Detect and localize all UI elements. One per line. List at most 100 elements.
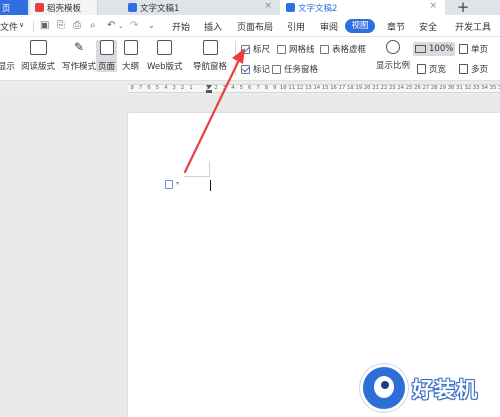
zoom-button[interactable]: 显示比例 [376, 40, 410, 71]
ruler-tick-label: 4 [164, 85, 168, 91]
indent-marker-base[interactable] [206, 90, 212, 93]
menu-page-layout[interactable]: 页面布局 [237, 20, 273, 33]
nav-pane-button[interactable]: 导航窗格 [193, 40, 227, 72]
ruler-tick-label: 11 [288, 85, 295, 91]
save-icon[interactable]: ▣ [40, 20, 49, 31]
pen-icon: ✎ [72, 40, 86, 55]
print-icon[interactable]: ⎙ [73, 20, 81, 31]
ruler-check[interactable] [241, 44, 250, 54]
nav-pane-label: 导航窗格 [193, 62, 228, 72]
web-icon [157, 40, 173, 55]
single-page-icon [459, 44, 468, 54]
tab-home-label: 页 [2, 3, 11, 14]
ruler-tick-label: 2 [214, 85, 218, 91]
menu-review[interactable]: 审阅 [320, 20, 338, 33]
word-doc-icon [128, 3, 137, 12]
ruler-tick-label: 22 [380, 85, 388, 91]
chevron-down-icon[interactable]: ⌄ [118, 22, 124, 30]
zoom-100-button[interactable]: 100% [413, 42, 455, 56]
ruler-tick-label: 30 [447, 85, 455, 91]
menu-chapter[interactable]: 章节 [387, 20, 405, 33]
new-tab-button[interactable]: + [453, 0, 473, 16]
gridlines-label: 网格线 [289, 45, 315, 55]
ruler-tick-label: 7 [138, 85, 143, 91]
separator [33, 21, 34, 32]
menu-security[interactable]: 安全 [419, 20, 437, 33]
ruler-checkbox[interactable]: 标尺 [241, 43, 270, 55]
outline-view-button[interactable]: 大纲 [122, 40, 139, 72]
ruler-tick-label: 26 [414, 85, 421, 91]
web-view-button[interactable]: Web版式 [147, 40, 183, 72]
ruler-tick-label: 2 [180, 85, 185, 91]
preview-icon[interactable]: ⌕ [90, 20, 96, 31]
navigation-pane-icon [202, 40, 218, 55]
ruler-tick-label: 9 [273, 85, 277, 91]
ruler-tick-label: 23 [388, 85, 396, 91]
horizontal-ruler[interactable]: 8 7 6 5 4 3 2 1 1 2 3 4 5 6 7 8 9 10 11 12 13 14 15 16 17 18 19 20 2… [0, 81, 500, 95]
chevron-down-icon[interactable]: ∨ [19, 21, 24, 29]
tab-doc1-label: 文字文稿1 [140, 3, 180, 14]
menu-references[interactable]: 引用 [287, 20, 305, 33]
marks-checkbox[interactable]: 标记 [241, 63, 270, 75]
page-width-button[interactable]: 页宽 [417, 63, 446, 75]
ruler-tick-label: 5 [239, 85, 243, 91]
table-gridlines-checkbox[interactable]: 表格虚框 [320, 43, 366, 55]
single-page-button[interactable]: 单页 [459, 43, 488, 55]
view-ribbon: 显示 阅读版式 ✎ 写作模式 页面 大纲 Web版式 导航窗格 标尺 网格线 表… [0, 37, 500, 81]
undo-icon[interactable]: ↶ [107, 20, 115, 31]
ruler-tick-label: 17 [338, 85, 346, 91]
tab-doc1[interactable]: 文字文稿1 × [122, 0, 280, 15]
close-icon[interactable]: × [264, 1, 272, 11]
menu-developer[interactable]: 开发工具 [455, 20, 491, 33]
gridlines-checkbox[interactable]: 网格线 [277, 43, 315, 55]
ruler-label: 标尺 [253, 45, 271, 55]
export-icon[interactable]: ⎘ [57, 20, 65, 31]
indent-marker[interactable] [206, 85, 212, 89]
reading-mode-label: 阅读版式 [21, 62, 56, 72]
multi-page-button[interactable]: 多页 [459, 63, 488, 75]
ruler-tick-label: 14 [313, 85, 321, 91]
tab-doc2[interactable]: 文字文稿2 × [280, 0, 445, 15]
more-icon[interactable]: ⌄ [148, 21, 155, 30]
ruler-tick-label: 13 [305, 85, 312, 91]
menu-view[interactable]: 视图 [345, 19, 375, 33]
redo-icon[interactable]: ↷ [130, 20, 138, 31]
paragraph-icon[interactable] [165, 180, 173, 189]
ruler-tick-label: 25 [405, 85, 413, 91]
menu-file[interactable]: 文件 [0, 20, 18, 33]
zoom-value: 100% [429, 44, 454, 54]
book-icon [29, 40, 47, 55]
tab-home[interactable]: 页 [0, 0, 28, 15]
ruler-tick-label: 6 [147, 85, 151, 91]
display-button[interactable]: 显示 [0, 40, 15, 72]
menu-insert[interactable]: 插入 [204, 20, 222, 33]
chevron-down-icon[interactable]: ▾ [176, 180, 179, 187]
table-gridlines-label: 表格虚框 [332, 45, 367, 55]
separator [235, 41, 236, 75]
task-pane-check[interactable] [272, 64, 281, 74]
ruler-tick-label: 8 [130, 85, 134, 91]
outline-view-label: 大纲 [122, 62, 140, 72]
close-icon[interactable]: × [429, 1, 437, 11]
ruler-tick-label: 6 [248, 85, 252, 91]
task-pane-checkbox[interactable]: 任务窗格 [272, 63, 318, 75]
ruler-tick-label: 33 [472, 85, 480, 91]
writing-mode-button[interactable]: ✎ 写作模式 [62, 40, 96, 72]
ruler-tick-label: 35 [489, 85, 497, 91]
ruler-tick-label: 18 [347, 85, 354, 91]
menu-home[interactable]: 开始 [172, 20, 190, 33]
marks-check[interactable] [241, 64, 250, 74]
reading-mode-button[interactable]: 阅读版式 [21, 40, 55, 72]
text-cursor [210, 180, 211, 191]
ruler-tick-label: 29 [439, 85, 446, 91]
page-width-label: 页宽 [429, 65, 447, 75]
display-icon [3, 40, 10, 55]
table-gridlines-check[interactable] [320, 44, 329, 54]
tab-templates[interactable]: 稻壳模板 [30, 0, 98, 15]
page-view-button[interactable]: 页面 [96, 40, 118, 72]
ruler-tick-label: 12 [296, 85, 304, 91]
document-page[interactable] [128, 113, 500, 417]
web-view-label: Web版式 [147, 62, 183, 72]
gridlines-check[interactable] [277, 44, 286, 54]
page-view-label: 页面 [98, 62, 116, 72]
